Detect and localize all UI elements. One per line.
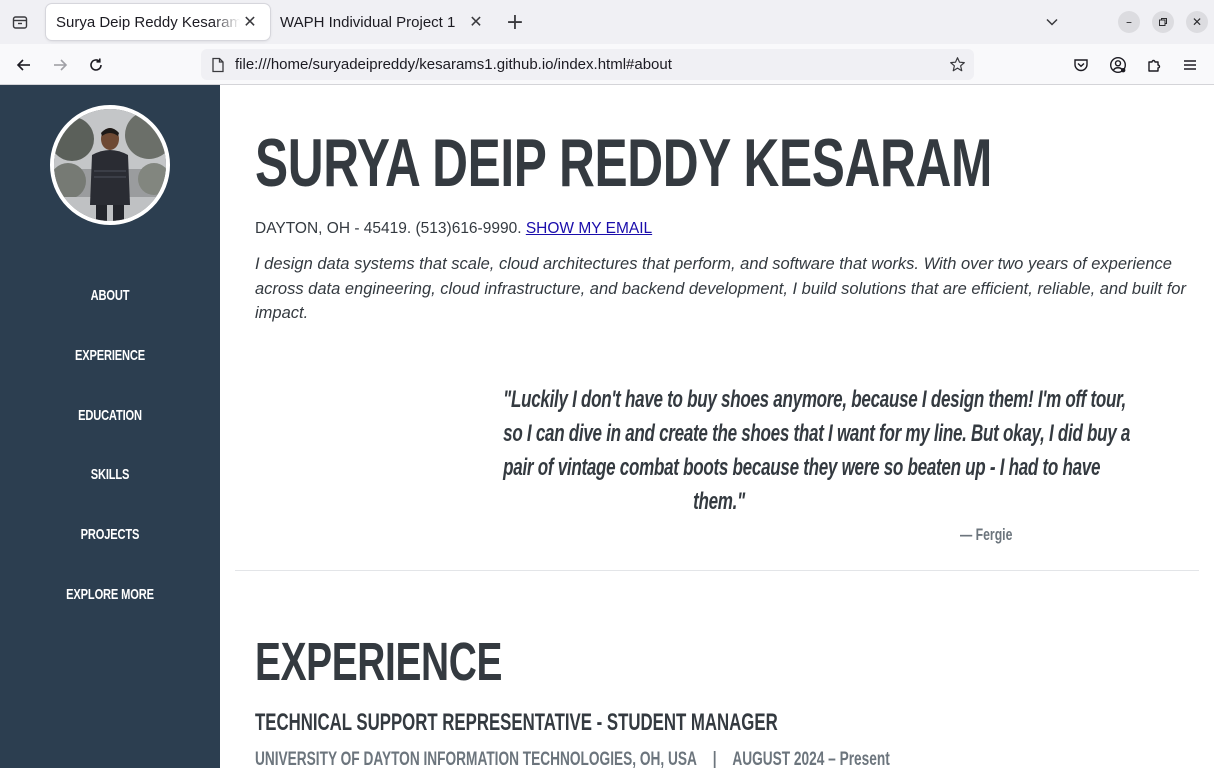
tab-list-icon[interactable] [8,10,32,34]
tab-inactive[interactable]: WAPH Individual Project 1 ✕ [270,4,496,40]
intro-text: I design data systems that scale, cloud … [255,255,1186,322]
forward-arrow-icon[interactable] [47,52,73,78]
tab-title: WAPH Individual Project 1 [280,13,456,31]
quote-line: so I can dive in and create the shoes th… [503,420,1131,447]
tab-active[interactable]: Surya Deip Reddy Kesaram - Ho ✕ [46,4,270,40]
url-text[interactable]: file:///home/suryadeipreddy/kesarams1.gi… [235,56,940,73]
address-bar[interactable]: file:///home/suryadeipreddy/kesarams1.gi… [201,49,974,80]
close-tab-icon[interactable]: ✕ [240,12,260,32]
show-email-link[interactable]: SHOW MY EMAIL [526,220,652,237]
sidebar-item-explore-more[interactable]: EXPLORE MORE [29,564,192,624]
sidebar-item-about[interactable]: ABOUT [29,266,192,326]
main-content: SURYA DEIP REDDY KESARAM DAYTON, OH - 45… [220,85,1214,768]
close-tab-icon[interactable]: ✕ [466,12,486,32]
quote-line: "Luckily I don't have to buy shoes anymo… [503,386,1126,413]
job-organization: UNIVERSITY OF DAYTON INFORMATION TECHNOL… [255,749,697,768]
tab-title: Surya Deip Reddy Kesaram - Ho [56,13,240,31]
browser-toolbar: file:///home/suryadeipreddy/kesarams1.gi… [0,44,1214,85]
sidebar-item-projects[interactable]: PROJECTS [29,505,192,565]
extensions-puzzle-icon[interactable] [1141,52,1167,78]
page-icon [201,57,235,73]
contact-line: DAYTON, OH - 45419. (513)616-9990. SHOW … [255,220,652,238]
sidebar-nav: ABOUT EXPERIENCE EDUCATION SKILLS PROJEC… [0,266,220,624]
profile-photo [50,105,170,225]
quote-author: — Fergie [960,525,1013,544]
sidebar-item-experience[interactable]: EXPERIENCE [29,326,192,386]
account-icon[interactable] [1105,52,1131,78]
section-divider [235,570,1199,571]
maximize-window-icon[interactable] [1152,11,1174,33]
sidebar-item-education[interactable]: EDUCATION [29,385,192,445]
new-tab-plus-icon[interactable]: + [503,10,527,35]
quote-line: them." [693,488,745,515]
contact-details: DAYTON, OH - 45419. (513)616-9990. [255,220,526,237]
browser-tab-strip: Surya Deip Reddy Kesaram - Ho ✕ WAPH Ind… [0,0,1214,44]
job-dates: AUGUST 2024 – Present [732,749,890,768]
quote-block: "Luckily I don't have to buy shoes anymo… [415,383,1131,519]
job-title: TECHNICAL SUPPORT REPRESENTATIVE - STUDE… [255,709,778,736]
bookmark-star-icon[interactable] [940,56,974,73]
sidebar-item-skills[interactable]: SKILLS [29,445,192,505]
page-title: SURYA DEIP REDDY KESARAM [255,125,992,201]
chevron-down-icon[interactable] [1040,10,1064,34]
pocket-icon[interactable] [1068,52,1094,78]
quote-line: pair of vintage combat boots because the… [503,454,1101,481]
experience-heading: EXPERIENCE [255,632,503,692]
sidebar: ABOUT EXPERIENCE EDUCATION SKILLS PROJEC… [0,85,220,768]
job-subheading: UNIVERSITY OF DAYTON INFORMATION TECHNOL… [255,750,890,768]
hamburger-menu-icon[interactable] [1177,52,1203,78]
reload-icon[interactable] [83,52,109,78]
minimize-window-icon[interactable]: – [1118,11,1140,33]
job-separator: | [712,749,717,768]
close-window-icon[interactable]: ✕ [1186,11,1208,33]
back-arrow-icon[interactable] [11,52,37,78]
